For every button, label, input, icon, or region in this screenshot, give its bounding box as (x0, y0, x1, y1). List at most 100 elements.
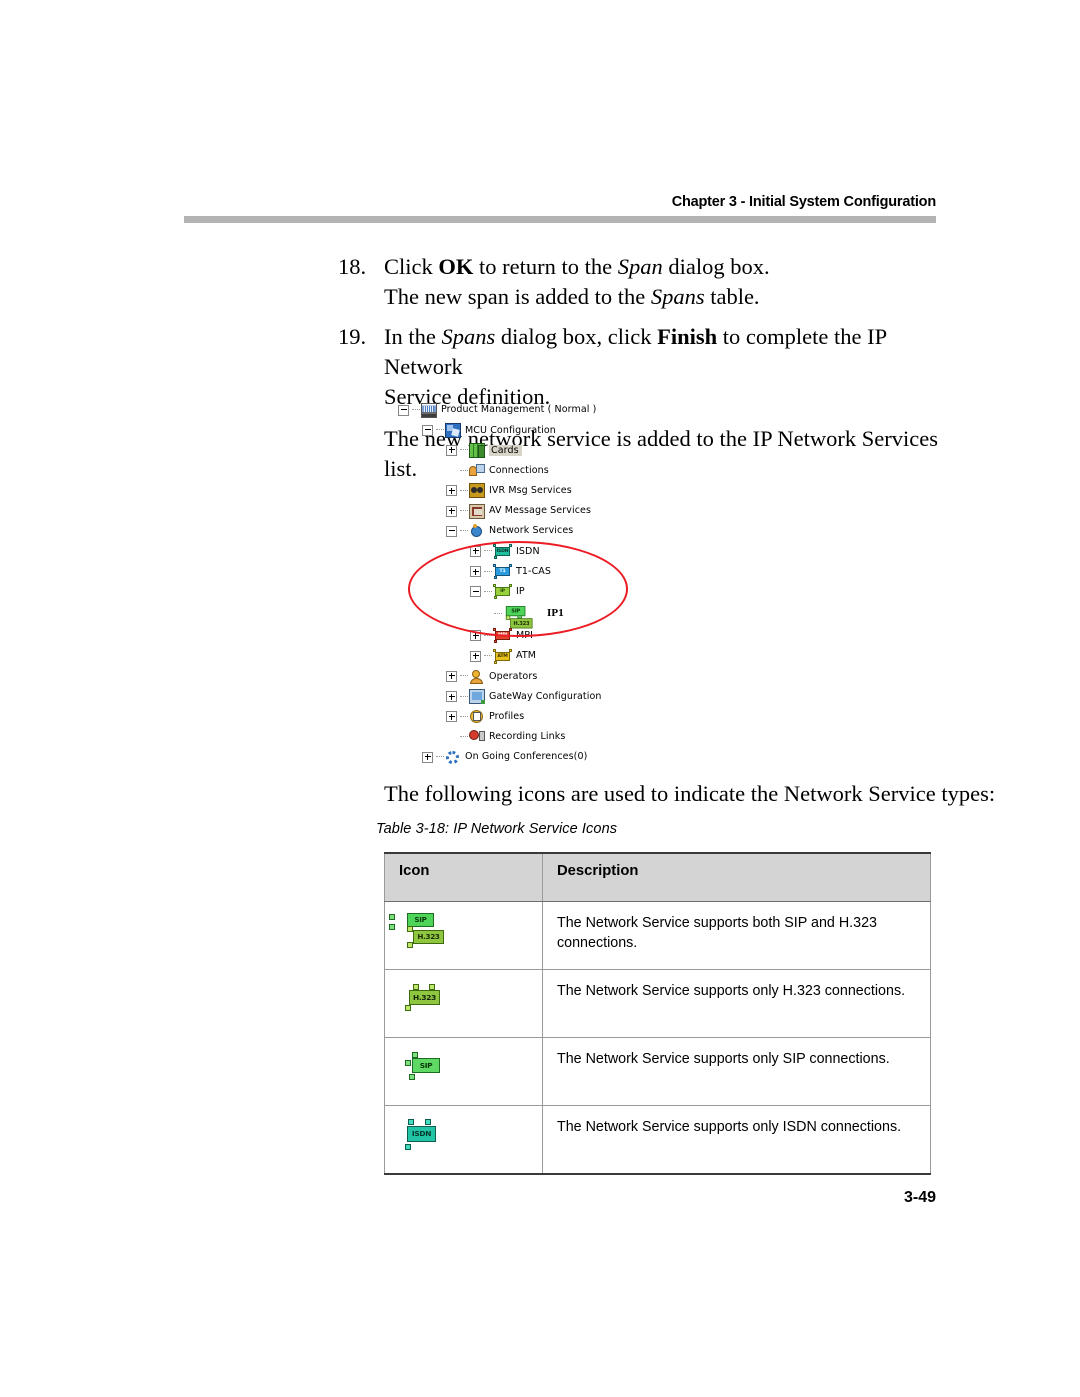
product-management-tree[interactable]: Product Management ( Normal ) MCU Config… (398, 400, 648, 767)
tree-node-label: MCU Configuration (465, 424, 556, 436)
icon-pin (494, 555, 497, 559)
tree-node-label: IVR Msg Services (489, 485, 572, 497)
expander-minus-icon[interactable] (470, 586, 481, 598)
expander-plus-icon[interactable] (470, 650, 481, 662)
expander-plus-icon[interactable] (446, 505, 457, 517)
tree-node-isdn[interactable]: ISDN ISDN (398, 541, 648, 561)
icon-pin (494, 576, 497, 580)
tree-node-product-management[interactable]: Product Management ( Normal ) (398, 400, 648, 420)
tree-connector (460, 695, 468, 698)
step-18-number: 18. (338, 254, 367, 279)
tree-node-profiles[interactable]: Profiles (398, 707, 648, 727)
step-19-spans-term: Spans (441, 324, 496, 349)
expander-minus-icon[interactable] (422, 424, 433, 436)
table-row: ISDN The Network Service supports only I… (384, 1105, 931, 1175)
icon-cell: SIP (384, 1037, 543, 1106)
expander-minus-icon[interactable] (398, 404, 409, 416)
expander-plus-icon[interactable] (446, 711, 457, 723)
step-19-text: In the Spans dialog box, click Finish to… (384, 322, 958, 412)
icon-pin (405, 1144, 411, 1150)
tree-node-label: IP (516, 586, 525, 598)
tree-connector (494, 612, 502, 615)
table-caption: Table 3-18: IP Network Service Icons (376, 821, 618, 837)
tree-node-ip1[interactable]: SIP H.323 IP1 (398, 602, 648, 629)
expander-plus-icon[interactable] (422, 751, 433, 763)
icon-plate-sip: SIP (407, 913, 434, 927)
step-18-line2-pre: The new span is added to the (384, 284, 651, 309)
step-18-span-term: Span (617, 254, 663, 279)
icon-cell: H.323 (384, 969, 543, 1038)
tree-node-label: IP1 (547, 607, 564, 620)
icon-pin (425, 1119, 431, 1125)
table-row: H.323 The Network Service supports only … (384, 969, 931, 1038)
tree-node-label: Cards (489, 444, 522, 457)
tree-node-recording-links[interactable]: Recording Links (398, 727, 648, 747)
tree-connector (460, 469, 468, 472)
step-19-line1-mid: dialog box, click (495, 324, 658, 349)
icon-pin (405, 1060, 411, 1066)
tree-node-label: Operators (489, 670, 538, 682)
expander-plus-icon[interactable] (470, 566, 481, 578)
ivr-msg-icon (469, 483, 485, 499)
tree-node-atm[interactable]: ATM ATM (398, 646, 648, 666)
tree-connector (460, 489, 468, 492)
expander-plus-icon[interactable] (446, 444, 457, 456)
header-divider-rule (184, 216, 936, 223)
tree-connector (460, 449, 468, 451)
icon-plate-h323: H.323 (409, 990, 440, 1005)
tree-node-t1-cas[interactable]: T1 T1-CAS (398, 562, 648, 582)
tree-node-label: Network Services (489, 525, 574, 537)
tree-node-mpi[interactable]: MPI MPI (398, 626, 648, 646)
icon-plate-label: MPI (495, 631, 510, 641)
tree-connector (436, 429, 444, 431)
tree-node-cards[interactable]: Cards (398, 440, 648, 460)
tree-connector (484, 634, 492, 637)
tree-connector (484, 550, 492, 552)
expander-minus-icon[interactable] (446, 525, 457, 537)
icon-pin (494, 660, 497, 664)
tree-node-ip[interactable]: IP IP (398, 582, 648, 602)
step-18-line1-mid: to return to the (473, 254, 618, 279)
icon-cell: ISDN (384, 1105, 543, 1175)
tree-node-mcu-configuration[interactable]: MCU Configuration (398, 420, 648, 440)
expander-plus-icon[interactable] (446, 691, 457, 703)
operators-icon (469, 669, 485, 684)
tree-node-operators[interactable]: Operators (398, 666, 648, 686)
description-cell: The Network Service supports only ISDN c… (542, 1105, 931, 1175)
tree-node-on-going-conferences[interactable]: On Going Conferences(0) (398, 747, 648, 767)
mpi-service-icon: MPI (493, 628, 512, 644)
expander-plus-icon[interactable] (470, 545, 481, 557)
step-19-number: 19. (338, 324, 367, 349)
page-number: 3-49 (903, 1189, 936, 1206)
tree-connector (484, 570, 492, 573)
tree-node-gateway-configuration[interactable]: GateWay Configuration (398, 686, 648, 706)
step-18-line1-post: dialog box. (662, 254, 770, 279)
icon-pin (494, 596, 497, 600)
tree-connector (484, 590, 492, 593)
tree-node-label: Product Management ( Normal ) (441, 404, 597, 416)
recording-links-icon (469, 729, 485, 744)
expander-plus-icon[interactable] (446, 485, 457, 497)
page-header: Chapter 3 - Initial System Configuration (0, 193, 1080, 211)
tree-node-connections[interactable]: Connections (398, 461, 648, 481)
tree-node-av-message-services[interactable]: AV Message Services (398, 501, 648, 521)
step-18-text: Click OK to return to the Span dialog bo… (384, 252, 958, 312)
profiles-icon (469, 709, 485, 724)
step-18: 18. Click OK to return to the Span dialo… (338, 252, 958, 312)
icons-intro-text: The following icons are used to indicate… (384, 781, 996, 806)
tree-connector (484, 655, 492, 657)
description-cell: The Network Service supports only H.323 … (542, 969, 931, 1038)
tree-connector (460, 675, 468, 677)
tree-node-network-services[interactable]: Network Services (398, 521, 648, 541)
tree-node-ivr-msg-services[interactable]: IVR Msg Services (398, 481, 648, 501)
icon-pin (405, 1005, 411, 1011)
tree-node-label: Profiles (489, 710, 525, 722)
tree-connector (460, 530, 468, 532)
expander-plus-icon[interactable] (446, 670, 457, 682)
expander-plus-icon[interactable] (470, 630, 481, 642)
ongoing-conferences-icon (445, 750, 461, 765)
step-18-ok-keyword: OK (438, 254, 474, 279)
t1cas-service-icon: T1 (493, 564, 512, 580)
description-cell: The Network Service supports only SIP co… (542, 1037, 931, 1106)
tree-node-label: On Going Conferences(0) (465, 751, 588, 763)
